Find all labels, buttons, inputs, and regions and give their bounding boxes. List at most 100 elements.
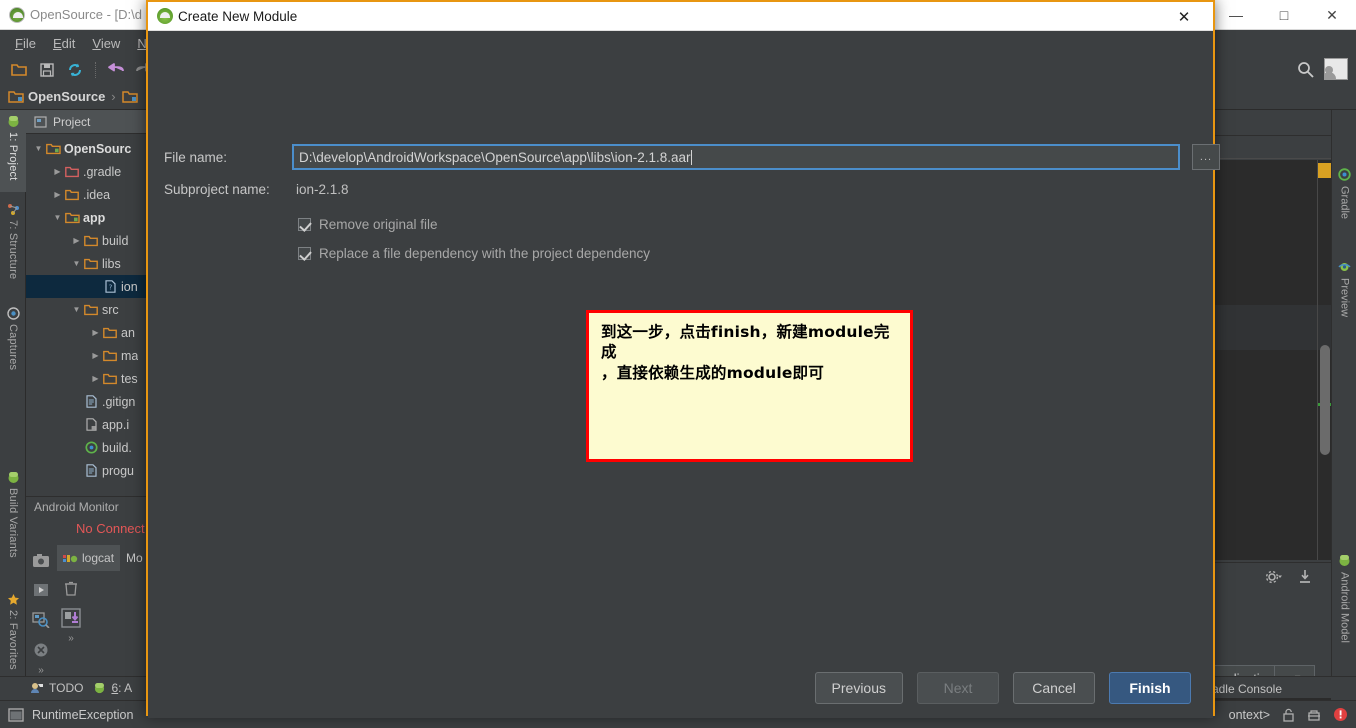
tree-node-gitignore[interactable]: .gitign bbox=[26, 390, 146, 413]
project-view-icon bbox=[34, 115, 47, 128]
tree-node-build-gradle[interactable]: build. bbox=[26, 436, 146, 459]
file-name-row: File name: D:\develop\AndroidWorkspace\O… bbox=[164, 144, 1220, 170]
tool-tab-build-variants[interactable]: Build Variants bbox=[0, 466, 26, 580]
trash-icon[interactable] bbox=[57, 573, 85, 603]
expand-arrow-down-icon[interactable]: ▼ bbox=[70, 305, 83, 314]
browse-button[interactable]: ... bbox=[1192, 144, 1220, 170]
tree-node-build-gradle-label: build. bbox=[102, 440, 132, 455]
cancel-button[interactable]: Cancel bbox=[1013, 672, 1095, 704]
replace-file-dependency-checkbox[interactable]: Replace a file dependency with the proje… bbox=[298, 246, 650, 261]
tool-tab-gradle[interactable]: Gradle bbox=[1332, 162, 1356, 246]
file-icon bbox=[83, 464, 99, 477]
menu-view[interactable]: View bbox=[85, 33, 127, 54]
tool-tab-structure[interactable]: 7: Structure bbox=[0, 198, 26, 296]
tree-node-build-label: build bbox=[102, 233, 129, 248]
tool-tab-project[interactable]: 1: Project bbox=[0, 110, 26, 192]
remove-original-file-checkbox[interactable]: Remove original file bbox=[298, 217, 438, 232]
android-monitor-title: Android Monitor bbox=[34, 500, 119, 514]
export-download-icon[interactable] bbox=[1297, 569, 1313, 585]
layout-inspector-icon[interactable] bbox=[26, 605, 56, 635]
expand-arrow-right-icon[interactable]: ▶ bbox=[51, 167, 64, 176]
bottom-tab-todo[interactable]: TODO bbox=[30, 681, 83, 695]
tree-node-gradle[interactable]: ▶ .gradle bbox=[26, 160, 146, 183]
tree-node-test[interactable]: ▶ tes bbox=[26, 367, 146, 390]
expand-arrow-right-icon[interactable]: ▶ bbox=[89, 328, 102, 337]
project-panel-title: Project bbox=[53, 114, 91, 129]
editor-scrollbar-thumb[interactable] bbox=[1320, 345, 1330, 455]
dialog-button-bar: Previous Next Cancel Finish bbox=[148, 672, 1213, 704]
monitor-side-toolbar: » bbox=[26, 545, 56, 676]
expand-arrow-right-icon[interactable]: ▶ bbox=[51, 190, 64, 199]
bottom-tab-android[interactable]: 6: A bbox=[93, 681, 132, 695]
monitor-tool-overflow[interactable]: » bbox=[57, 633, 85, 644]
todo-icon bbox=[31, 682, 43, 693]
inspector-icon[interactable] bbox=[1307, 708, 1321, 722]
subproject-name-input[interactable]: ion-2.1.8 bbox=[292, 176, 1180, 202]
tool-tab-captures[interactable]: Captures bbox=[0, 302, 26, 394]
tree-node-opensource[interactable]: ▼ OpenSourc bbox=[26, 137, 146, 160]
minimize-button[interactable]: — bbox=[1212, 0, 1260, 30]
tool-tab-favorites[interactable]: 2: Favorites bbox=[0, 588, 26, 688]
expand-arrow-right-icon[interactable]: ▶ bbox=[70, 236, 83, 245]
breadcrumb-root[interactable]: OpenSource bbox=[28, 89, 105, 104]
monitor-side-overflow[interactable]: » bbox=[26, 665, 56, 676]
expand-arrow-down-icon[interactable]: ▼ bbox=[70, 259, 83, 268]
tree-node-libs[interactable]: ▼ libs bbox=[26, 252, 146, 275]
tree-node-proguard[interactable]: progu bbox=[26, 459, 146, 482]
android-monitor-panel: Android Monitor No Connect » logcat Mo » bbox=[26, 496, 146, 684]
export-icon[interactable] bbox=[57, 603, 85, 633]
dialog-close-button[interactable]: ✕ bbox=[1169, 2, 1199, 31]
sync-project-icon[interactable] bbox=[62, 58, 88, 82]
tool-tab-structure-label: 7: Structure bbox=[7, 220, 19, 280]
settings-gear-icon[interactable] bbox=[1265, 569, 1283, 585]
finish-button[interactable]: Finish bbox=[1109, 672, 1191, 704]
tree-node-idea[interactable]: ▶ .idea bbox=[26, 183, 146, 206]
tool-tab-preview[interactable]: Preview bbox=[1332, 254, 1356, 350]
search-icon[interactable] bbox=[1297, 61, 1314, 78]
monitor-tab-logcat[interactable]: logcat bbox=[57, 545, 121, 571]
tree-node-app[interactable]: ▼ app bbox=[26, 206, 146, 229]
android-studio-logo-icon bbox=[9, 7, 25, 23]
tree-node-idea-label: .idea bbox=[83, 187, 111, 202]
menu-edit[interactable]: Edit bbox=[46, 33, 82, 54]
menu-file[interactable]: File bbox=[8, 33, 43, 54]
lock-icon[interactable] bbox=[1282, 708, 1295, 722]
tree-node-test-label: tes bbox=[121, 371, 138, 386]
folder-icon bbox=[83, 258, 99, 270]
screenshot-icon[interactable] bbox=[26, 545, 56, 575]
create-new-module-dialog: Create New Module ✕ File name: D:\develo… bbox=[146, 0, 1220, 718]
tree-node-app-iml-label: app.i bbox=[102, 417, 130, 432]
save-all-icon[interactable] bbox=[34, 58, 60, 82]
no-connection-status: No Connect bbox=[76, 521, 145, 536]
project-tree[interactable]: ▼ OpenSourc ▶ .gradle ▶ .idea ▼ app ▶ build ▼ libs?… bbox=[26, 134, 146, 482]
maximize-button[interactable]: □ bbox=[1260, 0, 1308, 30]
tree-node-ion-aar-label: ion bbox=[121, 279, 138, 294]
user-avatar-icon[interactable] bbox=[1324, 58, 1348, 80]
tree-node-androidtest[interactable]: ▶ an bbox=[26, 321, 146, 344]
tree-node-gitignore-label: .gitign bbox=[102, 394, 136, 409]
expand-arrow-down-icon[interactable]: ▼ bbox=[32, 144, 45, 153]
expand-arrow-right-icon[interactable]: ▶ bbox=[89, 374, 102, 383]
bottom-tab-todo-label: TODO bbox=[49, 680, 84, 695]
open-folder-icon[interactable] bbox=[6, 58, 32, 82]
tree-node-src[interactable]: ▼ src bbox=[26, 298, 146, 321]
screen-record-icon[interactable] bbox=[26, 575, 56, 605]
editor-marker-warning[interactable] bbox=[1318, 163, 1331, 178]
previous-button[interactable]: Previous bbox=[814, 672, 903, 704]
error-badge-icon[interactable] bbox=[1333, 707, 1348, 722]
bottom-tab-android-label: 6: A bbox=[111, 681, 132, 695]
statusbar-message: RuntimeException bbox=[32, 707, 134, 722]
monitor-tab-monitors[interactable]: Mo bbox=[120, 545, 149, 571]
editor-gutter-line bbox=[1317, 160, 1318, 560]
file-name-input[interactable]: D:\develop\AndroidWorkspace\OpenSource\a… bbox=[292, 144, 1180, 170]
expand-arrow-down-icon[interactable]: ▼ bbox=[51, 213, 64, 222]
expand-arrow-right-icon[interactable]: ▶ bbox=[89, 351, 102, 360]
navigate-back-icon[interactable] bbox=[103, 58, 129, 82]
close-button[interactable]: ✕ bbox=[1308, 0, 1356, 30]
tree-node-app-iml[interactable]: app.i bbox=[26, 413, 146, 436]
tree-node-main[interactable]: ▶ ma bbox=[26, 344, 146, 367]
monitor-tool-column: » bbox=[57, 573, 85, 644]
tree-node-build[interactable]: ▶ build bbox=[26, 229, 146, 252]
terminate-icon[interactable] bbox=[26, 635, 56, 665]
tree-node-ion-aar[interactable]: ? ion bbox=[26, 275, 146, 298]
